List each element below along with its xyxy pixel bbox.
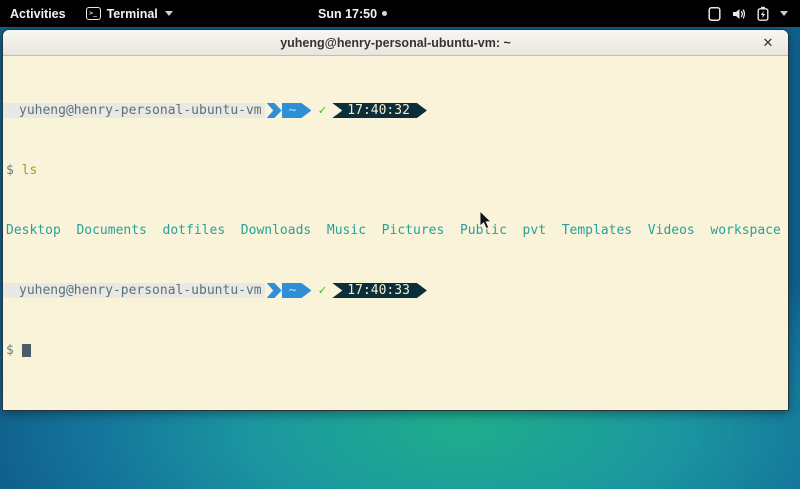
terminal-cursor xyxy=(22,344,31,357)
prompt-time-segment: 17:40:32 xyxy=(332,103,427,118)
battery-charging-icon xyxy=(756,6,770,22)
close-button[interactable]: ✕ xyxy=(757,30,779,55)
command-line: $ ls xyxy=(3,163,788,178)
desktop-background: Activities >_ Terminal Sun 17:50 xyxy=(0,0,800,489)
volume-icon xyxy=(731,6,747,22)
prompt-status-check-icon: ✓ xyxy=(318,283,326,298)
chevron-down-icon xyxy=(780,11,788,16)
ls-output: Desktop Documents dotfiles Downloads Mus… xyxy=(3,223,788,238)
prompt-symbol: $ xyxy=(6,163,14,178)
prompt-cwd-segment: ~ xyxy=(282,283,312,298)
terminal-content[interactable]: yuheng@henry-personal-ubuntu-vm ~ ✓ 17:4… xyxy=(3,57,788,410)
powerline-chevron-icon xyxy=(267,103,282,118)
display-icon xyxy=(707,6,722,22)
prompt-line: yuheng@henry-personal-ubuntu-vm ~ ✓ 17:4… xyxy=(3,283,788,298)
prompt-time-segment: 17:40:33 xyxy=(332,283,427,298)
title-bar[interactable]: yuheng@henry-personal-ubuntu-vm: ~ ✕ xyxy=(3,30,788,56)
clock-label: Sun 17:50 xyxy=(318,7,377,21)
top-bar: Activities >_ Terminal Sun 17:50 xyxy=(0,0,800,27)
app-menu-label: Terminal xyxy=(107,7,158,21)
prompt-user-host: yuheng@henry-personal-ubuntu-vm xyxy=(3,283,265,298)
command-text: ls xyxy=(22,163,38,178)
input-line[interactable]: $ xyxy=(3,343,788,358)
prompt-user-host: yuheng@henry-personal-ubuntu-vm xyxy=(3,103,265,118)
powerline-chevron-icon xyxy=(267,283,282,298)
clock-button[interactable]: Sun 17:50 xyxy=(318,0,387,27)
prompt-cwd-segment: ~ xyxy=(282,103,312,118)
prompt-symbol: $ xyxy=(6,343,14,358)
prompt-status-check-icon: ✓ xyxy=(318,103,326,118)
prompt-line: yuheng@henry-personal-ubuntu-vm ~ ✓ 17:4… xyxy=(3,103,788,118)
system-status-menu[interactable] xyxy=(707,0,788,27)
terminal-window: yuheng@henry-personal-ubuntu-vm: ~ ✕ yuh… xyxy=(2,29,789,411)
activities-button[interactable]: Activities xyxy=(0,0,78,27)
chevron-down-icon xyxy=(165,11,173,16)
window-title: yuheng@henry-personal-ubuntu-vm: ~ xyxy=(280,36,511,50)
media-indicator-dot xyxy=(382,11,387,16)
terminal-app-icon: >_ xyxy=(86,7,101,20)
app-menu-button[interactable]: >_ Terminal xyxy=(78,0,181,27)
